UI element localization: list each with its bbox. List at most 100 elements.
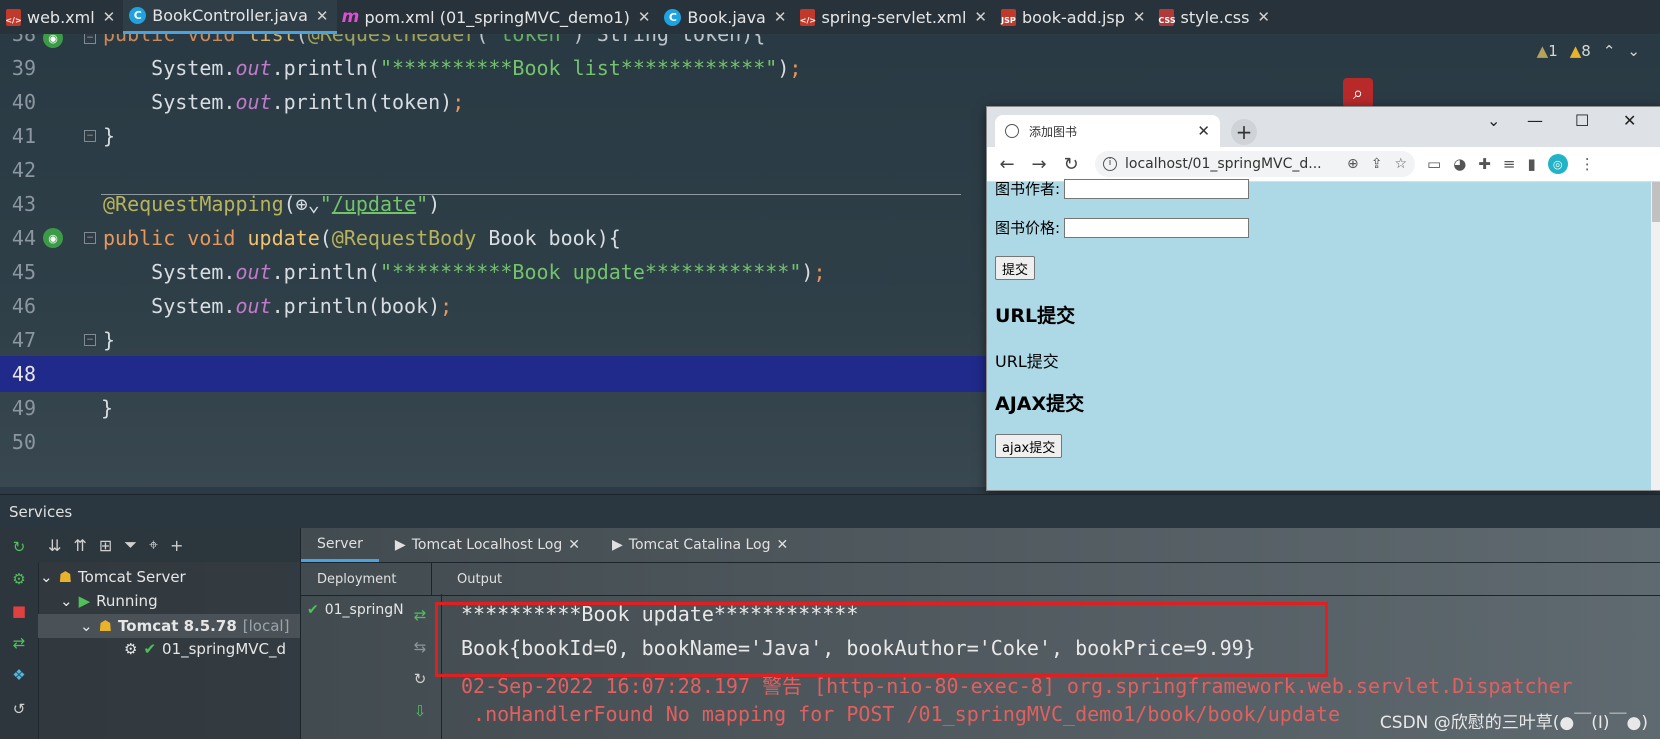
zoom-icon[interactable]: ⊕ (1347, 156, 1359, 172)
tab-label: web.xml (27, 7, 95, 27)
price-input[interactable] (1064, 217, 1250, 238)
chevron-down-icon: ⌄ (80, 617, 93, 635)
deploy-icon[interactable]: ⇄ (10, 634, 28, 652)
fold-icon[interactable]: − (84, 130, 96, 142)
filter-icon[interactable]: ⏷ (124, 535, 137, 555)
tab-book-java[interactable]: C Book.java ✕ (658, 0, 794, 34)
tab-label: BookController.java (152, 6, 308, 25)
chevron-down-icon[interactable]: ⌄ (1487, 111, 1500, 130)
close-icon[interactable]: ✕ (103, 8, 116, 26)
java-class-icon: C (129, 7, 147, 24)
download-icon[interactable]: ⇩ (411, 702, 429, 720)
author-row: 图书作者: (995, 178, 1250, 199)
services-tree-toolbar: ⇊ ⇈ ⊞ ⏷ ⌖ + (38, 528, 300, 562)
browser-tab[interactable]: 添加图书 ✕ (995, 115, 1220, 147)
tab-pom-xml[interactable]: m pom.xml (01_springMVC_demo1) ✕ (337, 0, 659, 34)
deployment-header: Deployment (317, 571, 397, 587)
info-icon[interactable]: i (1103, 157, 1117, 171)
author-label: 图书作者: (995, 180, 1061, 198)
reload-button[interactable]: ↻ (1055, 154, 1087, 175)
maximize-button[interactable]: ☐ (1575, 111, 1589, 130)
price-row: 图书价格: (995, 217, 1250, 238)
close-icon[interactable]: ✕ (1257, 8, 1270, 26)
browser-tab-title: 添加图书 (1029, 124, 1078, 139)
tab-tomcat-localhost-log[interactable]: ▶ Tomcat Localhost Log ✕ (379, 528, 596, 562)
url-submit-link[interactable]: URL提交 (995, 348, 1059, 372)
close-icon[interactable]: ✕ (1197, 122, 1210, 140)
collapse-all-icon[interactable]: ⇈ (73, 536, 86, 555)
undeploy-icon[interactable]: ⇆ (411, 638, 429, 656)
fold-icon[interactable]: − (84, 334, 96, 346)
menu-kebab-icon[interactable]: ⋮ (1580, 155, 1595, 173)
window-close-button[interactable]: ✕ (1623, 111, 1636, 130)
spring-xml-icon: </> (800, 8, 816, 26)
fold-icon[interactable]: − (84, 34, 96, 44)
tab-book-add-jsp[interactable]: JSP book-add.jsp ✕ (995, 0, 1154, 34)
close-icon[interactable]: ✕ (776, 537, 788, 553)
close-icon[interactable]: ✕ (568, 537, 580, 553)
css-file-icon: CSS (1158, 8, 1176, 26)
expand-all-icon[interactable]: ⇊ (48, 536, 61, 555)
services-panel-header: Services (0, 494, 1660, 528)
tree-node-artifact[interactable]: ⚙ ✔ 01_springMVC_d (124, 640, 286, 658)
back-button[interactable]: ← (991, 154, 1023, 175)
add-icon[interactable]: + (170, 536, 183, 555)
pin-icon[interactable]: ⌖ (149, 535, 158, 555)
tree-node-tomcat-instance[interactable]: ⌄ ☗ Tomcat 8.5.78 [local] (38, 614, 300, 638)
browser-titlebar: 添加图书 ✕ + ⌄ — ☐ ✕ (987, 107, 1660, 147)
side-panel-icon[interactable]: ▮ (1527, 155, 1535, 173)
refresh-icon[interactable]: ↺ (10, 700, 28, 718)
tree-node-running[interactable]: ⌄ ▶ Running (60, 592, 158, 610)
code-line: 39 System.out.println("**********Book li… (11, 56, 802, 80)
close-icon[interactable]: ✕ (974, 8, 987, 26)
tab-bookcontroller-java[interactable]: C BookController.java ✕ (123, 0, 337, 34)
fold-icon[interactable]: − (84, 232, 96, 244)
deployment-item[interactable]: ✔ 01_springN (307, 602, 404, 618)
reading-list-icon[interactable]: ≡ (1503, 155, 1516, 173)
minimize-button[interactable]: — (1527, 111, 1543, 130)
author-input[interactable] (1064, 178, 1250, 199)
address-bar[interactable]: i localhost/01_springMVC_d... ⊕ ⇪ ☆ (1095, 151, 1415, 177)
rerun-icon[interactable]: ↻ (10, 538, 28, 556)
tab-web-xml[interactable]: </> web.xml ✕ (0, 0, 123, 34)
console-icon: ▶ (612, 537, 623, 553)
extension-avatar-icon[interactable]: ◕ (1453, 155, 1466, 173)
console-icon: ▶ (394, 537, 406, 553)
maven-icon: m (341, 6, 360, 27)
tab-tomcat-catalina-log[interactable]: ▶ Tomcat Catalina Log ✕ (596, 528, 804, 562)
tree-node-tomcat-server[interactable]: ⌄ ☗ Tomcat Server (40, 568, 186, 586)
close-icon[interactable]: ✕ (774, 8, 787, 26)
tab-spring-servlet-xml[interactable]: </> spring-servlet.xml ✕ (794, 0, 995, 34)
services-title: Services (9, 502, 73, 521)
check-icon: ✔ (307, 602, 319, 618)
page-scrollbar[interactable] (1651, 182, 1660, 490)
tab-server[interactable]: Server (301, 528, 379, 562)
artifact-icon: ⚙ (124, 640, 138, 658)
profile-avatar[interactable]: ◎ (1547, 154, 1568, 174)
deploy-icon[interactable]: ⇄ (411, 606, 429, 624)
puzzle-icon[interactable]: ✚ (1478, 155, 1491, 173)
close-icon[interactable]: ✕ (638, 8, 651, 26)
submit-button[interactable]: 提交 (995, 256, 1036, 280)
new-tab-button[interactable]: + (1231, 119, 1257, 145)
url-heading: URL提交 (995, 305, 1076, 327)
stop-icon[interactable]: ■ (10, 602, 28, 620)
play-icon: ▶ (78, 592, 91, 610)
tomcat-icon: ☗ (58, 568, 73, 586)
output-header: Output (457, 571, 503, 587)
bookmark-star-icon[interactable]: ☆ (1394, 156, 1407, 172)
extension-icon[interactable]: ▭ (1427, 155, 1441, 173)
close-icon[interactable]: ✕ (1133, 8, 1146, 26)
group-icon[interactable]: ⊞ (99, 536, 112, 555)
endpoint-gutter-icon[interactable]: ◉ (43, 228, 63, 248)
forward-button[interactable]: → (1023, 154, 1055, 175)
update-app-icon[interactable]: ⚙ (10, 570, 28, 588)
tab-style-css[interactable]: CSS style.css ✕ (1153, 0, 1278, 34)
search-icon[interactable]: ⌕ (1343, 78, 1373, 108)
share-icon[interactable]: ⇪ (1371, 156, 1383, 172)
refresh-icon[interactable]: ↻ (411, 670, 429, 688)
debug-icon[interactable]: ❖ (10, 666, 28, 684)
output-line-warning: .noHandlerFound No mapping for POST /01_… (461, 702, 1340, 726)
ajax-submit-button[interactable]: ajax提交 (995, 434, 1063, 458)
close-icon[interactable]: ✕ (316, 7, 329, 25)
